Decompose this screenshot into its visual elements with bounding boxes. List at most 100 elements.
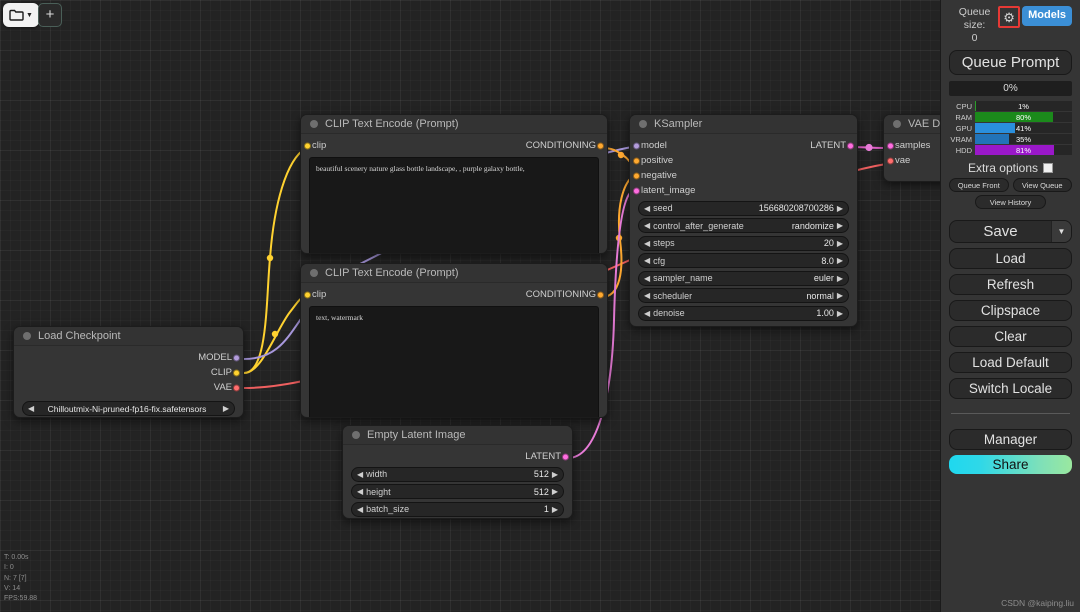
- slot-row-clip[interactable]: CLIP: [14, 365, 243, 380]
- widget-value[interactable]: randomize: [744, 221, 834, 231]
- node-clip-text-encode-negative[interactable]: CLIP Text Encode (Prompt) clip CONDITION…: [300, 263, 608, 418]
- extra-options-checkbox[interactable]: [1043, 163, 1054, 174]
- node-title-bar[interactable]: Empty Latent Image: [343, 426, 572, 445]
- widget-seed[interactable]: ◀ seed 156680208700286 ▶: [638, 200, 849, 216]
- node-collapse-icon[interactable]: [893, 120, 901, 128]
- output-port-latent[interactable]: [847, 142, 854, 149]
- widget-steps[interactable]: ◀ steps 20 ▶: [638, 235, 849, 251]
- widget-value[interactable]: 512: [391, 487, 549, 497]
- queue-front-button[interactable]: Queue Front: [949, 178, 1009, 193]
- increment-arrow-icon[interactable]: ▶: [837, 239, 843, 248]
- output-port-conditioning[interactable]: [597, 291, 604, 298]
- increment-arrow-icon[interactable]: ▶: [552, 505, 558, 514]
- queue-prompt-button[interactable]: Queue Prompt: [949, 50, 1072, 76]
- decrement-arrow-icon[interactable]: ◀: [644, 239, 650, 248]
- widget-value[interactable]: 20: [675, 238, 834, 248]
- load-button[interactable]: Load: [949, 248, 1072, 270]
- switch-locale-button[interactable]: Switch Locale: [949, 378, 1072, 400]
- widget-width[interactable]: ◀ width 512 ▶: [351, 466, 564, 482]
- open-workflow-button[interactable]: ▼: [3, 3, 39, 27]
- node-clip-text-encode-positive[interactable]: CLIP Text Encode (Prompt) clip CONDITION…: [300, 114, 608, 254]
- increment-arrow-icon[interactable]: ▶: [837, 309, 843, 318]
- new-workflow-button[interactable]: +: [38, 3, 62, 27]
- node-vae-decode[interactable]: VAE Dec samples vae: [883, 114, 940, 182]
- models-button[interactable]: Models: [1022, 6, 1072, 26]
- output-port-latent[interactable]: [562, 453, 569, 460]
- next-arrow-icon[interactable]: ▶: [223, 404, 229, 413]
- slot-row-clip[interactable]: clip CONDITIONING: [301, 287, 607, 302]
- slot-row-model[interactable]: MODEL: [14, 350, 243, 365]
- node-empty-latent-image[interactable]: Empty Latent Image LATENT ◀ width 512 ▶ …: [342, 425, 573, 519]
- slot-row-negative[interactable]: negative: [630, 168, 857, 183]
- input-port-clip[interactable]: [304, 142, 311, 149]
- widget-ckpt-name[interactable]: ◀ Chilloutmix-Ni-pruned-fp16-fix.safeten…: [22, 401, 235, 416]
- extra-options-row[interactable]: Extra options: [949, 161, 1072, 175]
- share-button[interactable]: Share: [949, 455, 1072, 475]
- output-port-vae[interactable]: [233, 384, 240, 391]
- input-port-latent-image[interactable]: [633, 187, 640, 194]
- load-default-button[interactable]: Load Default: [949, 352, 1072, 374]
- decrement-arrow-icon[interactable]: ◀: [644, 274, 650, 283]
- node-collapse-icon[interactable]: [639, 120, 647, 128]
- widget-cfg[interactable]: ◀ cfg 8.0 ▶: [638, 253, 849, 268]
- slot-row-samples[interactable]: samples: [884, 138, 940, 153]
- prompt-textarea-negative[interactable]: text, watermark: [309, 306, 599, 417]
- view-queue-button[interactable]: View Queue: [1012, 178, 1072, 193]
- clear-button[interactable]: Clear: [949, 326, 1072, 348]
- node-collapse-icon[interactable]: [352, 431, 360, 439]
- widget-value[interactable]: 156680208700286: [673, 203, 834, 213]
- input-port-positive[interactable]: [633, 157, 640, 164]
- widget-value[interactable]: 8.0: [665, 256, 834, 266]
- slot-row-latent[interactable]: LATENT: [343, 449, 572, 464]
- node-title-bar[interactable]: CLIP Text Encode (Prompt): [301, 115, 607, 134]
- decrement-arrow-icon[interactable]: ◀: [644, 291, 650, 300]
- output-port-clip[interactable]: [233, 369, 240, 376]
- widget-value[interactable]: normal: [692, 291, 834, 301]
- widget-height[interactable]: ◀ height 512 ▶: [351, 484, 564, 499]
- node-ksampler[interactable]: KSampler model LATENT positive negative: [629, 114, 858, 327]
- widget-value[interactable]: Chilloutmix-Ni-pruned-fp16-fix.safetenso…: [34, 404, 220, 414]
- input-port-negative[interactable]: [633, 172, 640, 179]
- prompt-textarea-positive[interactable]: beautiful scenery nature glass bottle la…: [309, 157, 599, 253]
- increment-arrow-icon[interactable]: ▶: [837, 256, 843, 265]
- increment-arrow-icon[interactable]: ▶: [837, 274, 843, 283]
- decrement-arrow-icon[interactable]: ◀: [357, 487, 363, 496]
- increment-arrow-icon[interactable]: ▶: [837, 204, 843, 213]
- widget-value[interactable]: 1.00: [685, 308, 834, 318]
- widget-sampler-name[interactable]: ◀ sampler_name euler ▶: [638, 270, 849, 286]
- decrement-arrow-icon[interactable]: ◀: [644, 309, 650, 318]
- node-load-checkpoint[interactable]: Load Checkpoint MODEL CLIP VAE ◀ Chillou: [13, 326, 244, 418]
- widget-control-after-generate[interactable]: ◀ control_after_generate randomize ▶: [638, 218, 849, 233]
- decrement-arrow-icon[interactable]: ◀: [357, 470, 363, 479]
- view-history-button[interactable]: View History: [974, 195, 1047, 210]
- chevron-down-icon[interactable]: ▼: [1051, 221, 1071, 243]
- slot-row-positive[interactable]: positive: [630, 153, 857, 168]
- slot-row-latent-image[interactable]: latent_image: [630, 183, 857, 198]
- decrement-arrow-icon[interactable]: ◀: [644, 204, 650, 213]
- node-collapse-icon[interactable]: [310, 269, 318, 277]
- input-port-samples[interactable]: [887, 142, 894, 149]
- slot-row-clip[interactable]: clip CONDITIONING: [301, 138, 607, 153]
- gear-icon[interactable]: ⚙: [1003, 11, 1015, 24]
- increment-arrow-icon[interactable]: ▶: [837, 291, 843, 300]
- increment-arrow-icon[interactable]: ▶: [552, 470, 558, 479]
- node-collapse-icon[interactable]: [23, 332, 31, 340]
- output-port-model[interactable]: [233, 354, 240, 361]
- widget-value[interactable]: euler: [713, 273, 834, 283]
- save-button[interactable]: Save ▼: [949, 220, 1072, 244]
- widget-value[interactable]: 1: [409, 504, 549, 514]
- decrement-arrow-icon[interactable]: ◀: [644, 221, 650, 230]
- node-title-bar[interactable]: Load Checkpoint: [14, 327, 243, 346]
- widget-batch-size[interactable]: ◀ batch_size 1 ▶: [351, 501, 564, 517]
- slot-row-vae[interactable]: vae: [884, 153, 940, 168]
- widget-scheduler[interactable]: ◀ scheduler normal ▶: [638, 288, 849, 303]
- clipspace-button[interactable]: Clipspace: [949, 300, 1072, 322]
- decrement-arrow-icon[interactable]: ◀: [357, 505, 363, 514]
- save-button-label[interactable]: Save: [950, 221, 1051, 242]
- increment-arrow-icon[interactable]: ▶: [837, 221, 843, 230]
- settings-button[interactable]: ⚙: [998, 6, 1021, 28]
- node-title-bar[interactable]: KSampler: [630, 115, 857, 134]
- node-title-bar[interactable]: CLIP Text Encode (Prompt): [301, 264, 607, 283]
- manager-button[interactable]: Manager: [949, 429, 1072, 451]
- input-port-clip[interactable]: [304, 291, 311, 298]
